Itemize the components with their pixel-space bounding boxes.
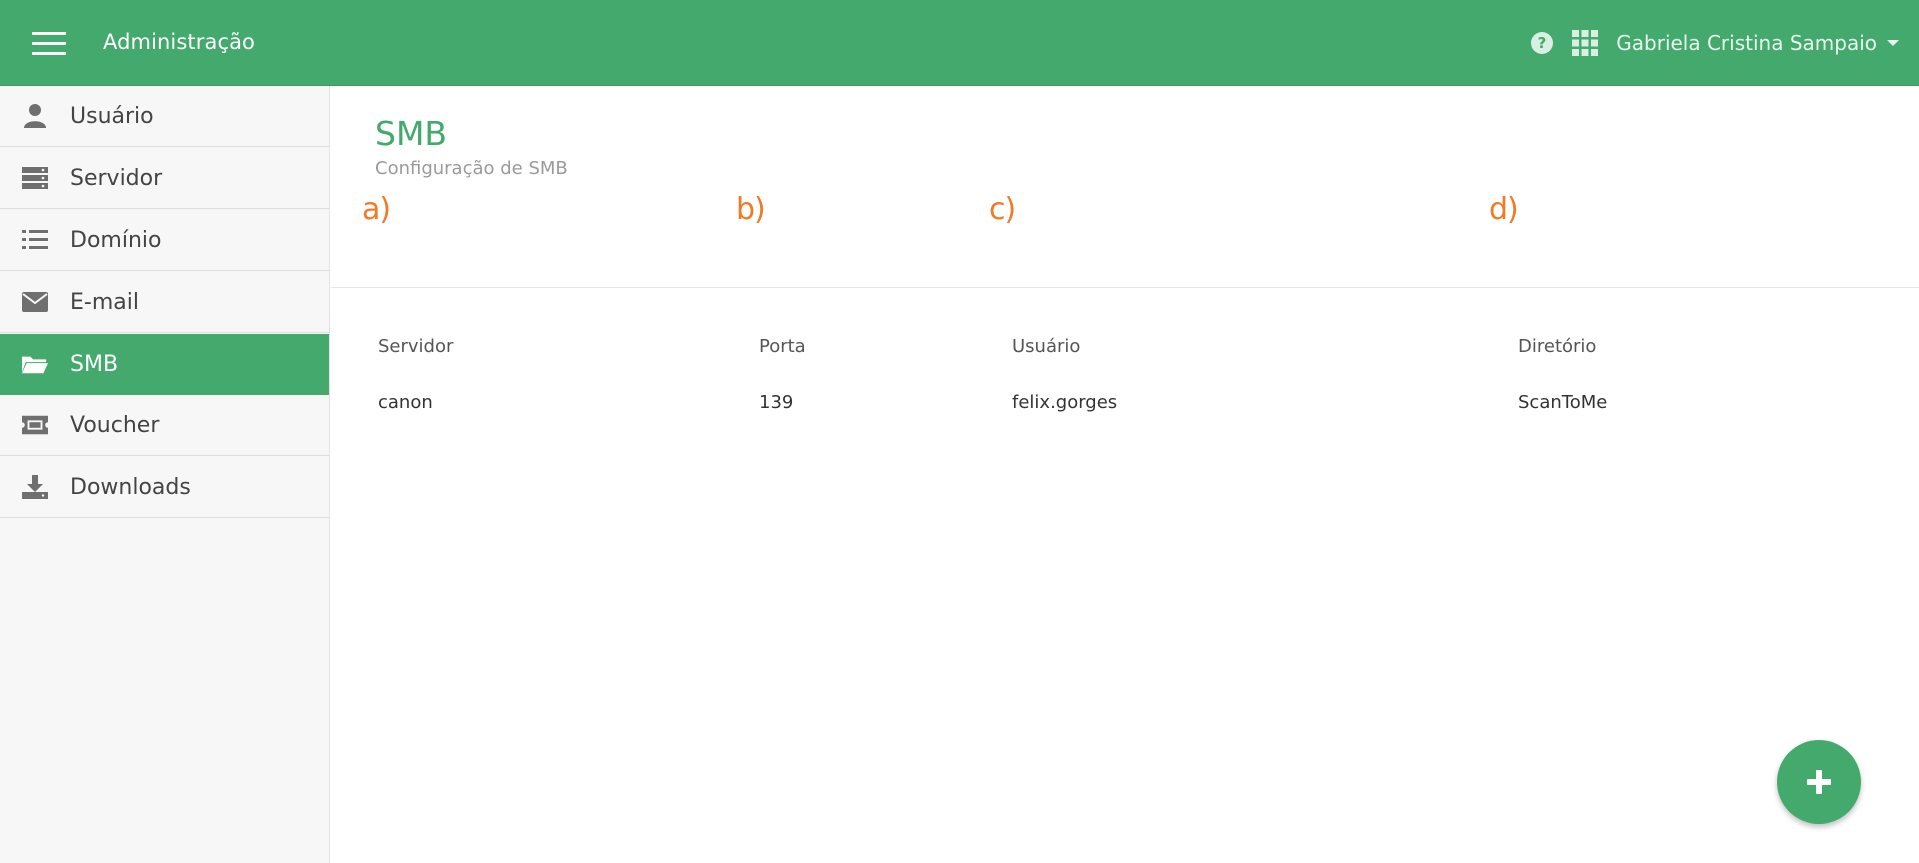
envelope-icon (22, 289, 48, 315)
cell-diretorio: ScanToMe (1518, 392, 1608, 413)
page-title: SMB (375, 114, 448, 153)
user-area: ? Gabriela Cristina Sampaio (1530, 26, 1899, 60)
server-icon (22, 165, 48, 191)
top-bar: Administração ? Gabriela Cristina Sampai… (0, 0, 1919, 86)
page-subtitle: Configuração de SMB (375, 158, 568, 179)
cell-servidor: canon (378, 392, 433, 413)
app-title: Administração (103, 30, 256, 54)
sidebar-item-label: Servidor (70, 165, 163, 191)
chevron-down-icon[interactable] (1887, 40, 1899, 46)
main-content: SMB Configuração de SMB a) b) c) d) Serv… (331, 86, 1919, 863)
svg-text:?: ? (1538, 34, 1547, 52)
annotation-marker-b: b) (736, 192, 766, 227)
cell-porta: 139 (759, 392, 794, 413)
sidebar-item-label: Usuário (70, 103, 154, 129)
user-name[interactable]: Gabriela Cristina Sampaio (1616, 31, 1877, 55)
sidebar-item-label: E-mail (70, 289, 139, 315)
menu-icon[interactable] (32, 32, 66, 56)
sidebar-item-label: SMB (70, 351, 119, 377)
annotation-marker-a: a) (362, 192, 391, 227)
list-icon (22, 227, 48, 253)
folder-open-icon (22, 351, 48, 377)
plus-icon (1807, 770, 1831, 794)
annotation-marker-d: d) (1489, 192, 1519, 227)
sidebar-item-label: Downloads (70, 474, 191, 500)
help-icon[interactable]: ? (1530, 31, 1554, 55)
ticket-icon (22, 412, 48, 438)
cell-usuario: felix.gorges (1012, 392, 1118, 413)
sidebar-item-voucher[interactable]: Voucher (0, 395, 329, 456)
sidebar-item-servidor[interactable]: Servidor (0, 148, 329, 209)
sidebar-item-label: Domínio (70, 227, 162, 253)
apps-grid-icon[interactable] (1572, 30, 1599, 56)
sidebar-item-smb[interactable]: SMB (0, 334, 329, 395)
table-row[interactable]: canon 139 felix.gorges ScanToMe (331, 289, 1919, 413)
sidebar-item-email[interactable]: E-mail (0, 272, 329, 333)
annotation-marker-c: c) (989, 192, 1016, 227)
download-icon (22, 474, 48, 500)
sidebar: Usuário Servidor Domínio E-mail SMB Vouc… (0, 86, 330, 863)
sidebar-item-downloads[interactable]: Downloads (0, 457, 329, 518)
table-header: Servidor Porta Usuário Diretório (331, 248, 1919, 357)
sidebar-item-usuario[interactable]: Usuário (0, 86, 329, 147)
add-button[interactable] (1777, 740, 1861, 824)
user-icon (22, 103, 48, 129)
sidebar-item-dominio[interactable]: Domínio (0, 210, 329, 271)
sidebar-item-label: Voucher (70, 412, 160, 438)
